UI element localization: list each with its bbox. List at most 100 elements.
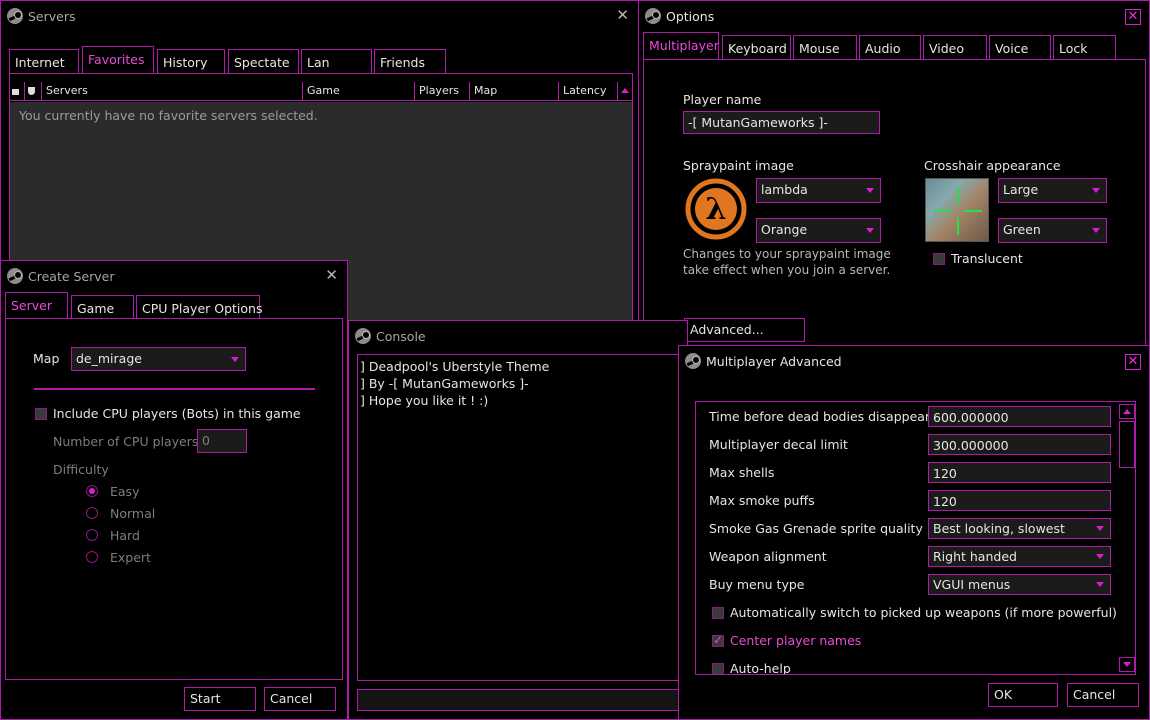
difficulty-expert-radio[interactable] [86,551,98,563]
difficulty-hard-label: Hard [110,528,140,543]
crosshair-color-dropdown[interactable]: Green [998,218,1107,243]
tab-internet[interactable]: Internet [9,49,79,73]
advanced-button[interactable]: Advanced... [684,318,805,342]
tab-spectate[interactable]: Spectate [228,49,299,73]
shield-icon [28,87,35,95]
spray-image-value: lambda [761,182,808,197]
auto-help-checkbox[interactable] [712,663,724,674]
spray-color-dropdown[interactable]: Orange [756,218,881,243]
close-icon[interactable]: ✕ [1125,9,1141,25]
scrollbar[interactable] [1119,402,1135,674]
difficulty-label: Difficulty [53,462,109,477]
console-title: Console [376,328,426,344]
tab-multiplayer[interactable]: Multiplayer [643,32,719,59]
close-icon[interactable]: ✕ [1125,354,1141,370]
chevron-down-icon [1092,188,1100,193]
decal-limit-input[interactable]: 300.000000 [928,434,1111,455]
lock-column[interactable] [10,82,25,100]
tab-mouse[interactable]: Mouse [793,35,857,59]
include-bots-label: Include CPU players (Bots) in this game [53,406,301,421]
tab-history[interactable]: History [157,49,225,73]
spray-color-value: Orange [761,222,808,237]
tab-lan[interactable]: Lan [301,49,372,73]
buy-menu-dropdown[interactable]: VGUI menus [928,574,1111,595]
mp-advanced-title: Multiplayer Advanced [706,353,842,369]
servers-titlebar[interactable]: Servers ✕ [1,1,639,31]
tab-cpu-player-options[interactable]: CPU Player Options [136,295,263,319]
crosshair-preview [925,178,989,242]
console-input[interactable] [357,689,687,711]
smoke-quality-dropdown[interactable]: Best looking, slowest [928,518,1111,539]
crosshair-vertical [957,187,959,205]
tab-favorites[interactable]: Favorites [82,46,154,73]
crosshair-size-dropdown[interactable]: Large [998,178,1107,203]
console-titlebar[interactable]: Console [349,321,687,351]
column-servers[interactable]: Servers [42,82,303,100]
tab-lock[interactable]: Lock [1053,35,1116,59]
crosshair-size-value: Large [1003,182,1039,197]
tab-friends[interactable]: Friends [374,49,446,73]
chevron-up-icon [621,88,629,93]
spraypaint-preview: λ [685,178,747,240]
create-server-titlebar[interactable]: Create Server ✕ [1,261,347,291]
difficulty-hard-radio[interactable] [86,529,98,541]
scroll-up-button[interactable] [618,82,633,100]
mp-advanced-panel: Time before dead bodies disappear 600.00… [695,401,1136,675]
auto-switch-checkbox[interactable] [712,607,724,619]
crosshair-horizontal-right [964,210,982,212]
crosshair-label: Crosshair appearance [924,158,1061,173]
map-dropdown[interactable]: de_mirage [71,347,246,371]
mp-advanced-titlebar[interactable]: Multiplayer Advanced ✕ [679,346,1149,376]
column-map[interactable]: Map [470,82,559,100]
scroll-down-button[interactable] [1119,657,1135,672]
tab-audio[interactable]: Audio [859,35,921,59]
ok-button[interactable]: OK [988,683,1058,707]
include-bots-checkbox[interactable] [35,408,47,420]
tab-game[interactable]: Game [71,295,134,319]
column-game[interactable]: Game [303,82,415,100]
max-shells-input[interactable]: 120 [928,462,1111,483]
shield-column[interactable] [25,82,42,100]
start-button[interactable]: Start [184,687,256,711]
map-value: de_mirage [76,351,142,366]
num-cpu-input[interactable]: 0 [197,429,247,453]
chevron-down-icon [1123,662,1131,667]
cancel-button[interactable]: Cancel [1067,683,1139,707]
num-cpu-label: Number of CPU players [53,434,199,449]
translucent-checkbox[interactable] [933,253,945,265]
chevron-down-icon [231,357,239,362]
chevron-down-icon [866,228,874,233]
close-icon[interactable]: ✕ [325,267,338,283]
weapon-alignment-dropdown[interactable]: Right handed [928,546,1111,567]
spray-image-dropdown[interactable]: lambda [756,178,881,203]
console-window: Console ] Deadpool's Uberstyle Theme ] B… [348,320,688,720]
chevron-up-icon [1123,409,1131,414]
auto-switch-label: Automatically switch to picked up weapon… [730,605,1117,620]
column-latency[interactable]: Latency [559,82,618,100]
weapon-alignment-label: Weapon alignment [709,549,827,564]
tab-server[interactable]: Server [5,292,68,319]
dead-bodies-input[interactable]: 600.000000 [928,406,1111,427]
cancel-button[interactable]: Cancel [264,687,336,711]
steam-icon [685,353,701,369]
max-smoke-input[interactable]: 120 [928,490,1111,511]
server-list-header: Servers Game Players Map Latency [10,82,632,101]
scroll-up-button[interactable] [1119,404,1135,419]
difficulty-easy-radio[interactable] [86,485,98,497]
options-titlebar[interactable]: Options ✕ [639,1,1149,31]
dead-bodies-label: Time before dead bodies disappear [709,409,931,424]
scroll-thumb[interactable] [1119,421,1135,468]
steam-icon [7,8,23,24]
map-label: Map [33,351,60,366]
difficulty-normal-radio[interactable] [86,507,98,519]
close-icon[interactable]: ✕ [616,7,629,23]
column-players[interactable]: Players [415,82,470,100]
tab-video[interactable]: Video [923,35,987,59]
difficulty-expert-label: Expert [110,550,151,565]
steam-icon [645,8,661,24]
difficulty-easy-label: Easy [110,484,140,499]
player-name-input[interactable]: -[ MutanGameworks ]- [683,111,880,134]
center-names-checkbox[interactable] [712,633,724,647]
tab-voice[interactable]: Voice [989,35,1051,59]
tab-keyboard[interactable]: Keyboard [722,35,791,59]
